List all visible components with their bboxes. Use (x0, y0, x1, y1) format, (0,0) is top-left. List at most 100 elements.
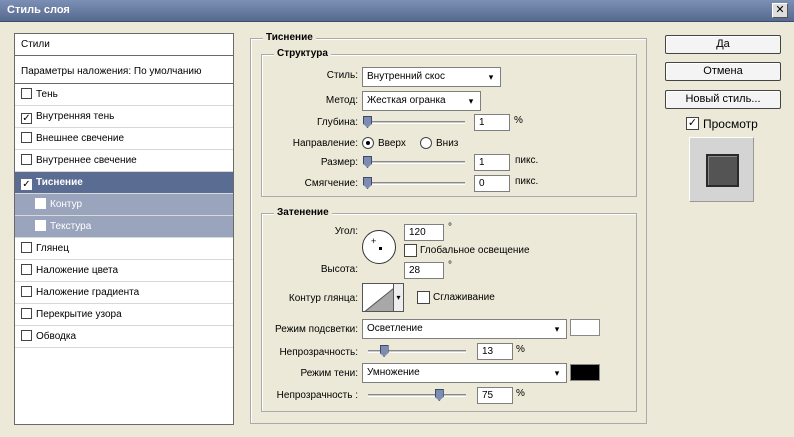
method-select-value: Жесткая огранка (367, 95, 446, 106)
antialias-checkbox[interactable] (417, 291, 430, 304)
style-item-outer-glow[interactable]: Внешнее свечение (15, 128, 233, 150)
direction-down-radio[interactable] (420, 137, 432, 149)
style-item-label: Наложение градиента (36, 287, 140, 298)
size-input[interactable]: 1 (474, 154, 510, 171)
dial-center (379, 247, 382, 250)
style-item-inner-shadow[interactable]: ✓ Внутренняя тень (15, 106, 233, 128)
blending-options-item[interactable]: Параметры наложения: По умолчанию (15, 61, 233, 84)
style-item-inner-glow[interactable]: Внутреннее свечение (15, 150, 233, 172)
shadow-mode-value: Умножение (367, 367, 420, 378)
checkbox[interactable] (21, 330, 32, 341)
crosshair-icon: + (371, 236, 377, 246)
slider-thumb[interactable] (363, 156, 372, 168)
style-item-label: Обводка (36, 331, 77, 342)
chevron-down-icon: ▾ (488, 72, 494, 82)
style-item-label: Наложение цвета (36, 265, 119, 276)
shading-title: Затенение (274, 207, 332, 218)
check-icon[interactable]: ✓ (686, 117, 699, 130)
style-item-label: Внешнее свечение (36, 133, 125, 144)
checkbox[interactable] (21, 242, 32, 253)
altitude-input[interactable]: 28 (404, 262, 444, 279)
checkbox[interactable] (21, 264, 32, 275)
angle-label: Угол: (334, 226, 358, 237)
angle-input[interactable]: 120 (404, 224, 444, 241)
check-icon[interactable]: ✓ (21, 179, 32, 190)
style-item-label: Текстура (50, 221, 92, 232)
new-style-button[interactable]: Новый стиль... (665, 90, 781, 109)
highlight-mode-select[interactable]: Осветление ▾ (362, 319, 567, 339)
size-slider[interactable] (363, 156, 465, 168)
slider-track (363, 121, 465, 124)
method-select[interactable]: Жесткая огранка ▾ (362, 91, 481, 111)
chevron-down-icon: ▾ (554, 324, 560, 334)
shadow-mode-label: Режим тени: (300, 368, 358, 379)
soften-label: Смягчение: (304, 178, 358, 189)
style-select[interactable]: Внутренний скос ▾ (362, 67, 501, 87)
highlight-opacity-slider[interactable] (368, 345, 466, 357)
checkbox[interactable] (21, 132, 32, 143)
chevron-down-icon[interactable]: ▾ (393, 283, 404, 312)
depth-input[interactable]: 1 (474, 114, 510, 131)
depth-slider[interactable] (363, 116, 465, 128)
style-item-label: Тень (36, 89, 58, 100)
global-light-checkbox[interactable] (404, 244, 417, 257)
soften-input[interactable]: 0 (474, 175, 510, 192)
style-item-bevel-emboss[interactable]: ✓ Тиснение (15, 172, 233, 194)
direction-label: Направление: (292, 138, 358, 149)
highlight-opacity-label: Непрозрачность: (279, 347, 358, 358)
gloss-contour-label: Контур глянца: (288, 293, 358, 304)
slider-track (368, 394, 466, 397)
depth-unit: % (514, 115, 523, 126)
style-select-value: Внутренний скос (367, 71, 445, 82)
style-item-contour[interactable]: Контур (15, 194, 233, 216)
close-icon[interactable]: ✕ (772, 3, 788, 18)
emboss-title: Тиснение (263, 32, 316, 43)
checkbox[interactable] (35, 198, 46, 209)
styles-list-header[interactable]: Стили (15, 34, 233, 56)
checkbox[interactable] (21, 154, 32, 165)
angle-dial[interactable]: + (362, 230, 396, 264)
shadow-opacity-unit: % (516, 388, 525, 399)
shadow-opacity-input[interactable]: 75 (477, 387, 513, 404)
style-item-satin[interactable]: Глянец (15, 238, 233, 260)
highlight-opacity-input[interactable]: 13 (477, 343, 513, 360)
shadow-opacity-slider[interactable] (368, 389, 466, 401)
highlight-mode-label: Режим подсветки: (275, 324, 358, 335)
style-item-color-overlay[interactable]: Наложение цвета (15, 260, 233, 282)
preview-label: Просмотр (703, 117, 758, 131)
checkbox[interactable] (21, 88, 32, 99)
style-preview (689, 137, 754, 202)
style-item-drop-shadow[interactable]: Тень (15, 84, 233, 106)
highlight-color-swatch[interactable] (570, 319, 600, 336)
slider-thumb[interactable] (363, 177, 372, 189)
shadow-color-swatch[interactable] (570, 364, 600, 381)
styles-list: Стили Параметры наложения: По умолчанию … (14, 33, 234, 425)
style-item-stroke[interactable]: Обводка (15, 326, 233, 348)
style-item-gradient-overlay[interactable]: Наложение градиента (15, 282, 233, 304)
checkbox[interactable] (21, 308, 32, 319)
highlight-mode-value: Осветление (367, 323, 423, 334)
soften-unit: пикс. (515, 176, 539, 187)
slider-track (363, 182, 465, 185)
slider-thumb[interactable] (363, 116, 372, 128)
style-item-texture[interactable]: Текстура (15, 216, 233, 238)
soften-slider[interactable] (363, 177, 465, 189)
style-item-pattern-overlay[interactable]: Перекрытие узора (15, 304, 233, 326)
slider-thumb[interactable] (379, 345, 389, 357)
antialias-label: Сглаживание (433, 292, 495, 303)
cancel-button[interactable]: Отмена (665, 62, 781, 81)
chevron-down-icon: ▾ (554, 368, 560, 378)
ok-button[interactable]: Да (665, 35, 781, 54)
style-label: Стиль: (326, 70, 358, 81)
direction-up-radio[interactable] (362, 137, 374, 149)
slider-thumb[interactable] (434, 389, 444, 401)
check-icon[interactable]: ✓ (21, 113, 32, 124)
title-bar: Стиль слоя ✕ (0, 0, 794, 22)
preview-swatch (706, 154, 739, 187)
radio-dot (366, 141, 370, 145)
checkbox[interactable] (21, 286, 32, 297)
checkbox[interactable] (35, 220, 46, 231)
shadow-mode-select[interactable]: Умножение ▾ (362, 363, 567, 383)
style-item-label: Внутренняя тень (36, 111, 115, 122)
angle-unit: ° (448, 222, 452, 233)
